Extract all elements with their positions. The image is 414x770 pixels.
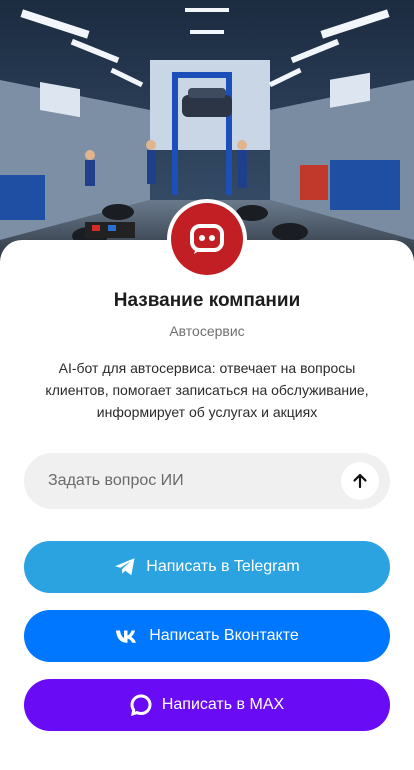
max-button-label: Написать в MAX: [161, 696, 285, 713]
vk-button[interactable]: Написать Вконтакте: [24, 610, 390, 662]
ask-ai-input[interactable]: [48, 453, 348, 509]
company-avatar: [167, 199, 247, 279]
send-button[interactable]: [341, 462, 379, 500]
vk-button-label: Написать Вконтакте: [149, 627, 299, 644]
chat-bot-icon: [171, 203, 243, 275]
telegram-button[interactable]: Написать в Telegram: [24, 541, 390, 593]
telegram-icon: [114, 557, 136, 577]
max-button[interactable]: Написать в MAX: [24, 679, 390, 731]
max-icon: [130, 694, 152, 716]
ask-ai-box: [24, 453, 390, 509]
vk-icon: [115, 629, 139, 644]
company-description: AI-бот для автосервиса: отвечает на вопр…: [45, 360, 369, 420]
arrow-up-icon: [353, 473, 367, 489]
company-name: Название компании: [113, 290, 301, 311]
telegram-button-label: Написать в Telegram: [146, 558, 300, 575]
company-type: Автосервис: [169, 323, 245, 339]
